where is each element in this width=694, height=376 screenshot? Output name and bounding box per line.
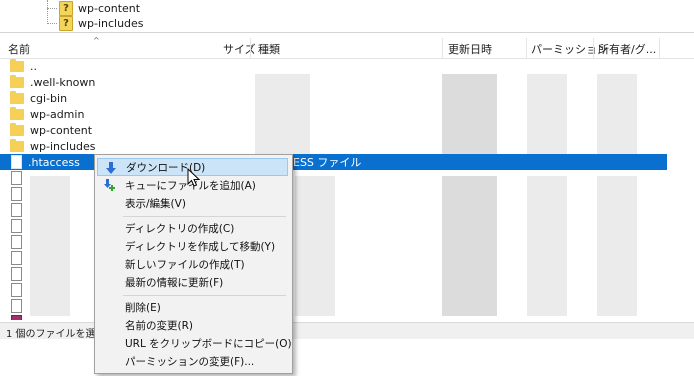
file-icon (11, 251, 22, 265)
file-icon (11, 155, 22, 169)
folder-icon (10, 58, 24, 72)
file-name: .well-known (30, 75, 96, 89)
menu-item-label: ディレクトリを作成して移動(Y) (125, 240, 276, 253)
menu-item-view-edit[interactable]: 表示/編集(V) (97, 194, 288, 212)
menu-item-refresh[interactable]: 最新の情報に更新(F) (97, 273, 288, 291)
file-icon (11, 315, 22, 320)
download-arrow-icon (106, 162, 116, 174)
menu-item-create-directory-enter[interactable]: ディレクトリを作成して移動(Y) (97, 237, 288, 255)
file-row[interactable]: wp-admin (0, 106, 667, 122)
file-name: .. (30, 59, 37, 73)
file-icon (11, 219, 22, 233)
tree-item-wp-includes[interactable]: ? wp-includes (47, 15, 144, 31)
file-icon (11, 283, 22, 297)
menu-item-rename[interactable]: 名前の変更(R) (97, 316, 288, 334)
folder-icon (10, 122, 24, 136)
menu-item-label: パーミッションの変更(F)... (125, 355, 255, 368)
file-icon (11, 203, 22, 217)
file-type: ESS ファイル (293, 156, 362, 169)
file-row[interactable]: cgi-bin (0, 90, 667, 106)
file-name: .htaccess (28, 155, 80, 169)
column-header-type[interactable]: 種類 (258, 41, 280, 57)
file-name: wp-includes (30, 139, 96, 153)
menu-item-create-directory[interactable]: ディレクトリの作成(C) (97, 219, 288, 237)
tree-item-wp-content[interactable]: ? wp-content (47, 0, 140, 16)
menu-item-permissions[interactable]: パーミッションの変更(F)... (97, 352, 288, 370)
menu-item-label: 削除(E) (125, 301, 161, 314)
file-row[interactable]: wp-includes (0, 138, 667, 154)
menu-item-copy-url[interactable]: URL をクリップボードにコピー(O) (97, 334, 292, 352)
menu-separator (123, 295, 286, 296)
file-name: wp-content (30, 123, 93, 137)
column-header-permissions[interactable]: パーミッション (531, 41, 608, 57)
folder-icon (10, 138, 24, 152)
file-row-parent[interactable]: .. (0, 58, 667, 74)
file-row[interactable]: .well-known (0, 74, 667, 90)
file-icon (11, 267, 22, 281)
folder-icon (10, 90, 24, 104)
column-header-owner[interactable]: 所有者/グ... (598, 41, 656, 57)
menu-item-label: 表示/編集(V) (125, 197, 186, 210)
folder-icon (10, 74, 24, 88)
menu-item-label: URL をクリップボードにコピー(O) (125, 337, 292, 350)
question-folder-icon: ? (59, 15, 73, 31)
menu-item-label: 新しいファイルの作成(T) (125, 258, 245, 271)
file-list-header: ^ 名前 サイズ 種類 更新日時 パーミッション 所有者/グ... (0, 36, 694, 59)
file-icon (11, 171, 22, 185)
file-icon (11, 299, 22, 313)
menu-separator (123, 216, 286, 217)
file-name: wp-admin (30, 107, 85, 121)
file-icon (11, 187, 22, 201)
tree-item-label: wp-content (78, 1, 141, 15)
menu-item-label: ディレクトリの作成(C) (125, 222, 235, 235)
column-header-name[interactable]: 名前 (8, 41, 30, 57)
question-folder-icon: ? (59, 0, 73, 16)
sort-ascending-icon: ^ (93, 36, 100, 45)
mouse-cursor-icon (187, 168, 200, 187)
menu-item-new-file[interactable]: 新しいファイルの作成(T) (97, 255, 288, 273)
file-row[interactable]: wp-content (0, 122, 667, 138)
menu-item-label: 名前の変更(R) (125, 319, 193, 332)
directory-tree: ? wp-content ? wp-includes (0, 0, 694, 33)
folder-icon (10, 106, 24, 120)
tree-item-label: wp-includes (78, 16, 144, 30)
add-queue-icon (104, 179, 115, 191)
column-header-modified[interactable]: 更新日時 (448, 41, 492, 57)
file-icon (11, 235, 22, 249)
menu-item-label: 最新の情報に更新(F) (125, 276, 224, 289)
file-name: cgi-bin (30, 91, 68, 105)
menu-item-delete[interactable]: 削除(E) (97, 298, 288, 316)
